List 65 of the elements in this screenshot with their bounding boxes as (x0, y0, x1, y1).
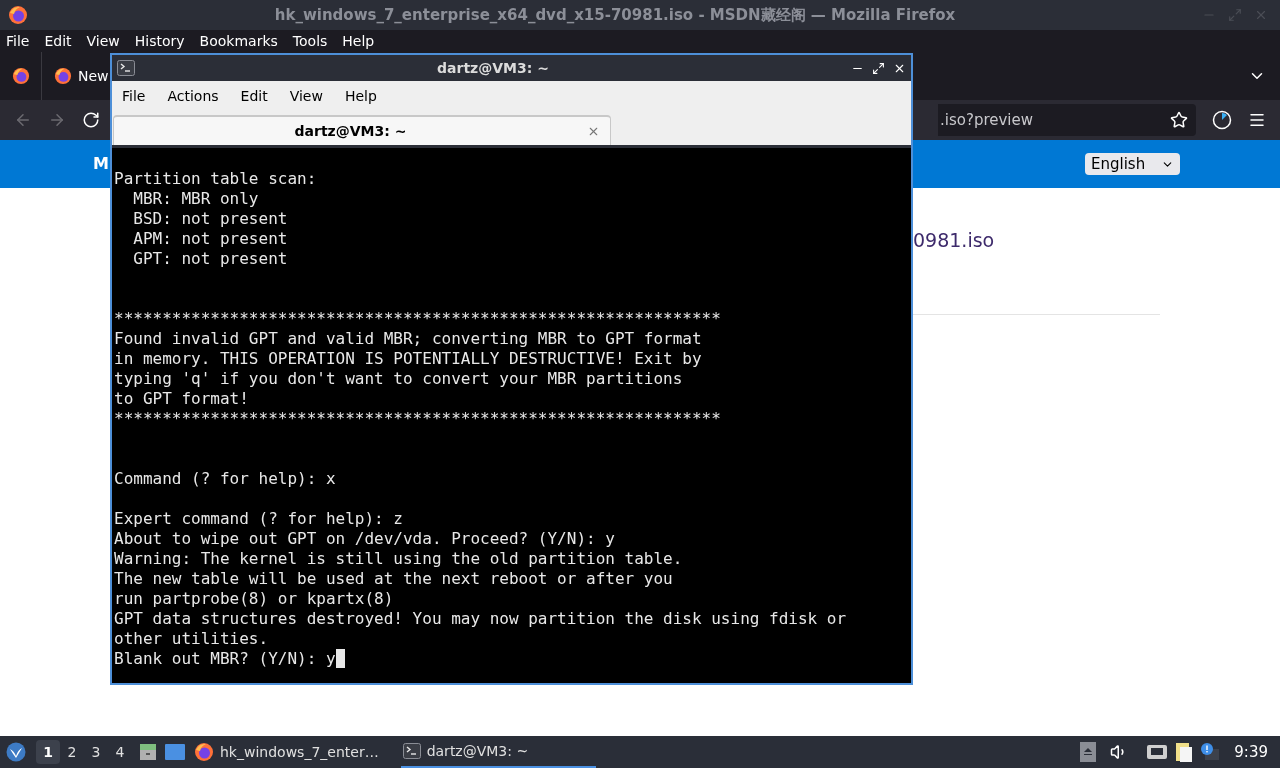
firefox-icon (11, 67, 30, 85)
menu-item[interactable]: File (122, 85, 146, 107)
window-icon[interactable] (164, 743, 186, 761)
terminal-line: in memory. THIS OPERATION IS POTENTIALLY DESTRUCTIVE! Exit by (114, 349, 702, 369)
firefox-icon (194, 742, 214, 762)
terminal-line: Blank out MBR? (Y/N): y (114, 649, 336, 669)
firefox-icon (8, 5, 28, 25)
language-select[interactable]: English (1085, 153, 1180, 175)
site-logo-text[interactable]: M (93, 152, 109, 176)
workspace-button[interactable]: 1 (36, 740, 60, 764)
terminal-line: run partprobe(8) or kpartx(8) (114, 589, 394, 609)
menu-item[interactable]: Edit (240, 85, 268, 107)
back-icon[interactable] (14, 111, 32, 129)
clipboard-icon[interactable] (1174, 741, 1195, 763)
terminal-app-icon (117, 60, 135, 76)
menu-item[interactable]: File (6, 30, 30, 52)
terminal-line: other utilities. (114, 629, 269, 649)
menu-item[interactable]: Edit (44, 30, 72, 52)
terminal-icon (402, 743, 421, 759)
url-field[interactable]: .iso?preview (938, 104, 1196, 136)
terminal-line: Found invalid GPT and valid MBR; converting MBR to GPT format (114, 329, 702, 349)
menu-item[interactable]: Help (342, 30, 375, 52)
firefox-icon (54, 67, 72, 85)
taskbar-task[interactable]: dartz@VM3: ~ (400, 736, 596, 768)
menu-item[interactable]: Actions (167, 85, 219, 107)
workspace-button[interactable]: 2 (60, 740, 84, 764)
menu-item[interactable]: History (134, 30, 185, 52)
forward-icon[interactable] (48, 111, 66, 129)
terminal-line: Expert command (? for help): z (114, 509, 403, 529)
bookmark-star-icon[interactable] (1170, 111, 1188, 129)
menu-item[interactable]: View (86, 30, 120, 52)
menu-item[interactable]: Bookmarks (199, 30, 278, 52)
terminal-line: BSD: not present (132, 209, 288, 229)
menu-item[interactable]: Tools (292, 30, 328, 52)
browser-tab[interactable]: New (54, 65, 109, 87)
terminal-line: MBR: MBR only (132, 189, 259, 209)
clock: 9:39 (1234, 741, 1268, 763)
terminal-line: Warning: The kernel is still using the old partition table. (114, 549, 683, 569)
terminal-line: About to wipe out GPT on /dev/vda. Proceed? (Y/N): y (114, 529, 615, 549)
file-link[interactable]: 0981.iso (913, 226, 995, 255)
menu-item[interactable]: Help (344, 85, 377, 107)
maximize-icon[interactable] (872, 61, 885, 75)
terminal-line: GPT data structures destroyed! You may now partition the disk using fdisk or (114, 609, 847, 629)
taskbar-task[interactable]: hk_windows_7_enter… (192, 736, 381, 768)
terminal-tab[interactable]: dartz@VM3: ~ (113, 115, 611, 145)
terminal-line: Partition table scan: (114, 169, 317, 189)
progress-circle-icon[interactable] (1212, 110, 1232, 130)
terminal-line: GPT: not present (132, 249, 288, 269)
terminal-line: to GPT format! (114, 389, 249, 409)
terminal-line: *************************************************************** (114, 409, 721, 429)
workspace-button[interactable]: 3 (84, 740, 108, 764)
eject-icon[interactable] (1080, 742, 1097, 762)
terminal-line: *************************************************************** (114, 309, 721, 329)
menu-icon[interactable] (1248, 111, 1266, 129)
menu-item[interactable]: View (289, 85, 323, 107)
terminal-line: Command (? for help): x (114, 469, 336, 489)
notification-icon[interactable] (1200, 742, 1221, 762)
workspace-button[interactable]: 4 (108, 740, 132, 764)
terminal-line: typing 'q' if you don't want to convert your MBR partitions (114, 369, 683, 389)
file-cabinet-icon[interactable] (138, 742, 158, 762)
terminal-line: APM: not present (132, 229, 288, 249)
window-title: dartz@VM3: ~ (436, 58, 550, 78)
terminal-line: The new table will be used at the next reboot or after you (114, 569, 673, 589)
window-title: hk_windows_7_enterprise_x64_dvd_x15-70981.iso - MSDN藏经阁 — Mozilla Firefox (273, 4, 957, 26)
reload-icon[interactable] (82, 111, 100, 129)
